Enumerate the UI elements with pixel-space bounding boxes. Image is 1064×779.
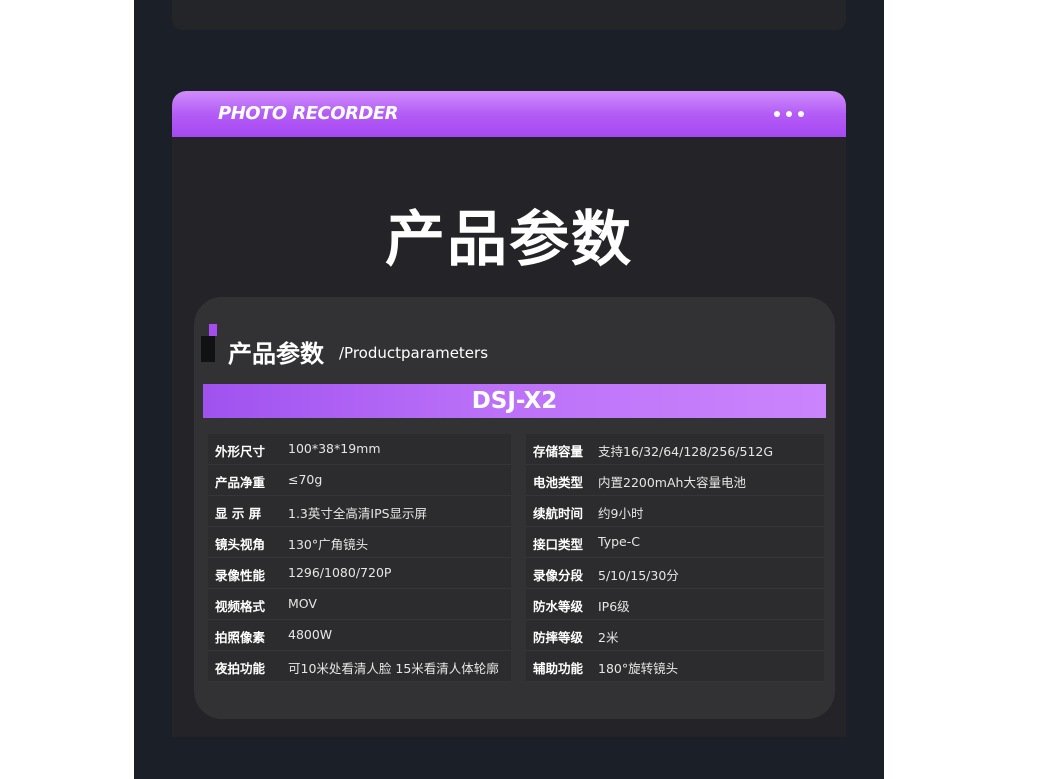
- spec-label: 录像性能: [215, 568, 266, 583]
- panel-subtitle: /Productparameters: [339, 344, 489, 362]
- title-accent-icon: [209, 324, 217, 336]
- spec-label: 续航时间: [533, 506, 584, 521]
- more-options-icon[interactable]: [774, 111, 804, 117]
- spec-value: 5/10/15/30分: [598, 568, 679, 583]
- spec-value: 100*38*19mm: [288, 441, 381, 456]
- spec-row: 外形尺寸 100*38*19mm: [208, 434, 511, 465]
- card-header: PHOTO RECORDER: [172, 91, 846, 137]
- spec-row: 防水等级 IP6级: [526, 589, 824, 620]
- model-banner: DSJ-X2: [203, 384, 826, 418]
- spec-row: 拍照像素 4800W: [208, 620, 511, 651]
- spec-value: 可10米处看清人脸 15米看清人体轮廓: [288, 661, 499, 676]
- spec-label: 镜头视角: [215, 537, 266, 552]
- spec-value: 1.3英寸全高清IPS显示屏: [288, 506, 428, 521]
- spec-label: 防水等级: [533, 599, 584, 614]
- dot-icon: [786, 111, 792, 117]
- spec-row: 镜头视角 130°广角镜头: [208, 527, 511, 558]
- spec-label: 显 示 屏: [215, 506, 262, 521]
- spec-column-right: 存储容量 支持16/32/64/128/256/512G 电池类型 内置2200mA…: [526, 434, 824, 682]
- spec-row: 防摔等级 2米: [526, 620, 824, 651]
- dot-icon: [798, 111, 804, 117]
- spec-value: 内置2200mAh大容量电池: [598, 475, 746, 490]
- spec-label: 存储容量: [533, 444, 584, 459]
- spec-row: 接口类型 Type-C: [526, 527, 824, 558]
- spec-value: 130°广角镜头: [288, 537, 369, 552]
- spec-value: ≤70g: [288, 472, 323, 487]
- spec-label: 外形尺寸: [215, 444, 266, 459]
- panel-title: 产品参数: [228, 340, 324, 368]
- spec-value: IP6级: [598, 599, 630, 614]
- spec-label: 录像分段: [533, 568, 584, 583]
- spec-label: 视频格式: [215, 599, 266, 614]
- spec-value: 2米: [598, 630, 619, 645]
- page-title: 产品参数: [385, 205, 633, 275]
- spec-label: 电池类型: [533, 475, 584, 490]
- previous-section-card: [172, 0, 846, 30]
- title-accent-shadow: [201, 336, 215, 362]
- spec-label: 防摔等级: [533, 630, 584, 645]
- spec-label: 接口类型: [533, 537, 584, 552]
- spec-value: 4800W: [288, 627, 333, 642]
- spec-row: 存储容量 支持16/32/64/128/256/512G: [526, 434, 824, 465]
- spec-row: 视频格式 MOV: [208, 589, 511, 620]
- spec-value: 1296/1080/720P: [288, 565, 392, 580]
- spec-row: 录像性能 1296/1080/720P: [208, 558, 511, 589]
- spec-label: 辅助功能: [533, 661, 584, 676]
- spec-value: 约9小时: [598, 506, 644, 521]
- spec-row: 辅助功能 180°旋转镜头: [526, 651, 824, 682]
- spec-row: 夜拍功能 可10米处看清人脸 15米看清人体轮廓: [208, 651, 511, 682]
- spec-value: Type-C: [598, 534, 640, 549]
- spec-row: 电池类型 内置2200mAh大容量电池: [526, 465, 824, 496]
- spec-row: 产品净重 ≤70g: [208, 465, 511, 496]
- spec-column-left: 外形尺寸 100*38*19mm 产品净重 ≤70g 显 示 屏 1.3英寸全高清IP…: [208, 434, 511, 682]
- spec-label: 拍照像素: [215, 630, 266, 645]
- spec-value: 180°旋转镜头: [598, 661, 679, 676]
- spec-value: 支持16/32/64/128/256/512G: [598, 444, 774, 459]
- spec-label: 夜拍功能: [215, 661, 266, 676]
- spec-row: 录像分段 5/10/15/30分: [526, 558, 824, 589]
- spec-panel: 产品参数 /Productparameters DSJ-X2 外形尺寸 100*3…: [194, 297, 835, 719]
- spec-label: 产品净重: [215, 475, 266, 490]
- card-header-title: PHOTO RECORDER: [218, 103, 399, 124]
- spec-row: 显 示 屏 1.3英寸全高清IPS显示屏: [208, 496, 511, 527]
- dot-icon: [774, 111, 780, 117]
- spec-value: MOV: [288, 596, 317, 611]
- spec-row: 续航时间 约9小时: [526, 496, 824, 527]
